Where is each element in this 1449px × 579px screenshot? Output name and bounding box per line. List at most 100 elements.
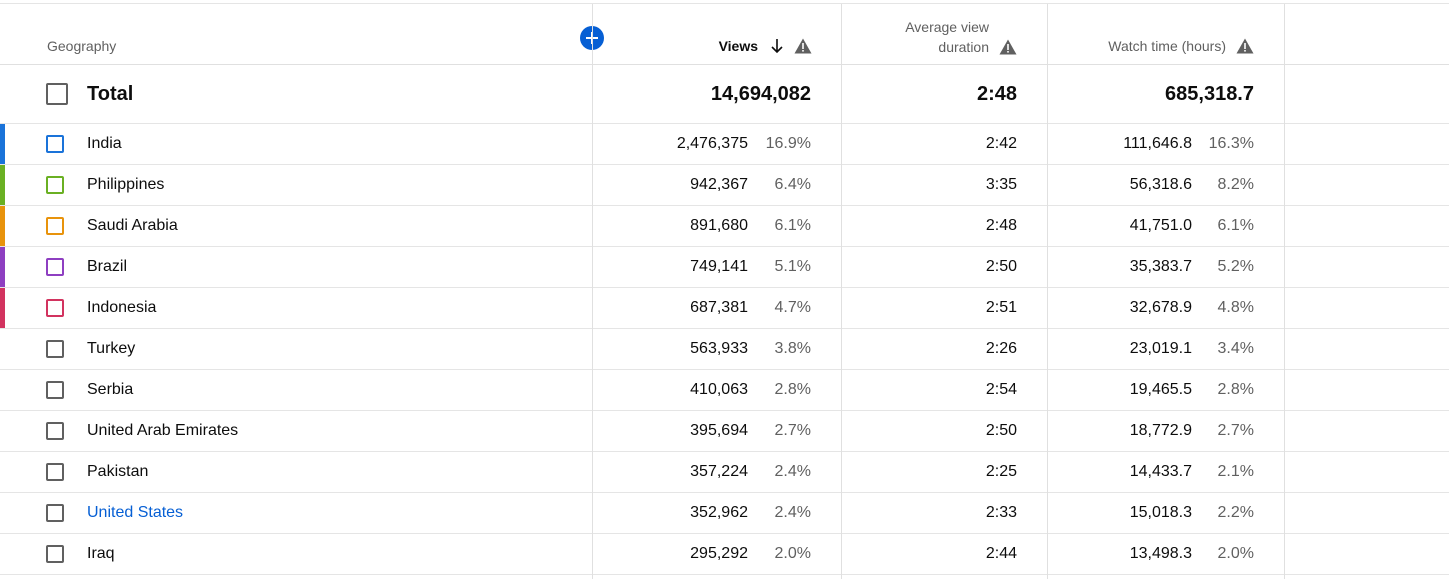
arrow-down-icon[interactable] <box>770 38 784 54</box>
series-color-bar <box>0 206 5 246</box>
avg-duration-value: 3:35 <box>985 176 1017 193</box>
watch-time-percent: 2.7% <box>1217 422 1254 439</box>
avg-duration-value: 2:50 <box>985 422 1017 439</box>
views-header-label: Views <box>718 38 758 54</box>
views-value: 749,141 <box>690 258 748 275</box>
row-checkbox[interactable] <box>46 463 64 481</box>
views-value: 410,063 <box>690 381 748 398</box>
avg-duration-value: 2:51 <box>985 299 1017 316</box>
series-color-bar <box>0 329 5 369</box>
row-checkbox[interactable] <box>46 340 64 358</box>
country-name[interactable]: Pakistan <box>87 463 148 481</box>
watch-time-value: 35,383.7 <box>1129 258 1192 275</box>
avg-duration-value: 2:25 <box>985 463 1017 480</box>
table-row[interactable]: Saudi Arabia 891,680 6.1% 2:48 41,751.0 6.1% <box>0 206 1449 247</box>
views-percent: 6.4% <box>774 176 811 193</box>
watch-time-percent: 5.2% <box>1217 258 1254 275</box>
series-color-bar <box>0 493 5 533</box>
row-checkbox[interactable] <box>46 258 64 276</box>
total-label: Total <box>87 83 134 105</box>
table-header: Geography Views Average view duration Wa… <box>0 4 1449 65</box>
series-color-bar <box>0 124 5 164</box>
views-value: 687,381 <box>690 299 748 316</box>
series-color-bar <box>0 247 5 287</box>
table-row[interactable]: Turkey 563,933 3.8% 2:26 23,019.1 3.4% <box>0 329 1449 370</box>
table-row[interactable]: Iraq 295,292 2.0% 2:44 13,498.3 2.0% <box>0 534 1449 575</box>
avg-duration-header[interactable]: Average view duration <box>905 17 1017 57</box>
watch-time-percent: 2.8% <box>1217 381 1254 398</box>
row-checkbox[interactable] <box>46 545 64 563</box>
country-name[interactable]: Iraq <box>87 545 115 563</box>
country-name[interactable]: United States <box>87 504 183 522</box>
row-checkbox[interactable] <box>46 135 64 153</box>
views-value: 942,367 <box>690 176 748 193</box>
warning-triangle-icon[interactable] <box>1236 38 1254 54</box>
watch-time-header-label: Watch time (hours) <box>1108 38 1226 54</box>
avg-duration-value: 2:42 <box>985 135 1017 152</box>
total-avg-duration: 2:48 <box>976 83 1017 105</box>
row-checkbox[interactable] <box>46 217 64 235</box>
country-name[interactable]: India <box>87 135 122 153</box>
total-row: Total 14,694,082 2:48 685,318.7 <box>0 65 1449 124</box>
table-row[interactable]: Indonesia 687,381 4.7% 2:51 32,678.9 4.8% <box>0 288 1449 329</box>
table-row[interactable]: Pakistan 357,224 2.4% 2:25 14,433.7 2.1% <box>0 452 1449 493</box>
views-percent: 3.8% <box>774 340 811 357</box>
watch-time-value: 56,318.6 <box>1129 176 1192 193</box>
watch-time-percent: 16.3% <box>1208 135 1254 152</box>
row-checkbox[interactable] <box>46 504 64 522</box>
watch-time-percent: 2.1% <box>1217 463 1254 480</box>
series-color-bar <box>0 165 5 205</box>
warning-triangle-icon[interactable] <box>794 38 812 54</box>
total-checkbox[interactable] <box>46 83 68 105</box>
series-color-bar <box>0 452 5 492</box>
watch-time-value: 23,019.1 <box>1129 340 1192 357</box>
views-percent: 6.1% <box>774 217 811 234</box>
row-checkbox[interactable] <box>46 176 64 194</box>
views-value: 2,476,375 <box>676 135 748 152</box>
views-percent: 5.1% <box>774 258 811 275</box>
series-color-bar <box>0 534 5 574</box>
country-name[interactable]: Philippines <box>87 176 164 194</box>
watch-time-percent: 2.0% <box>1217 545 1254 562</box>
country-name[interactable]: United Arab Emirates <box>87 422 238 440</box>
watch-time-percent: 3.4% <box>1217 340 1254 357</box>
country-name[interactable]: Indonesia <box>87 299 156 317</box>
table-row[interactable]: Serbia 410,063 2.8% 2:54 19,465.5 2.8% <box>0 370 1449 411</box>
country-name[interactable]: Serbia <box>87 381 133 399</box>
views-percent: 2.8% <box>774 381 811 398</box>
watch-time-value: 32,678.9 <box>1129 299 1192 316</box>
views-value: 352,962 <box>690 504 748 521</box>
views-value: 357,224 <box>690 463 748 480</box>
column-divider <box>841 4 842 579</box>
country-name[interactable]: Saudi Arabia <box>87 217 178 235</box>
views-value: 563,933 <box>690 340 748 357</box>
row-checkbox[interactable] <box>46 422 64 440</box>
warning-triangle-icon[interactable] <box>999 39 1017 55</box>
table-row[interactable]: Brazil 749,141 5.1% 2:50 35,383.7 5.2% <box>0 247 1449 288</box>
avg-duration-header-line2: duration <box>938 39 989 55</box>
total-watch-time: 685,318.7 <box>1165 83 1254 105</box>
table-row[interactable]: United States 352,962 2.4% 2:33 15,018.3 2.2% <box>0 493 1449 534</box>
column-divider <box>592 4 593 579</box>
table-row[interactable]: India 2,476,375 16.9% 2:42 111,646.8 16.3% <box>0 124 1449 165</box>
country-name[interactable]: Brazil <box>87 258 127 276</box>
avg-duration-value: 2:50 <box>985 258 1017 275</box>
table-row[interactable]: United Arab Emirates 395,694 2.7% 2:50 18,77… <box>0 411 1449 452</box>
watch-time-header[interactable]: Watch time (hours) <box>1108 38 1254 54</box>
geography-header[interactable]: Geography <box>47 38 116 54</box>
table-row[interactable]: Philippines 942,367 6.4% 3:35 56,318.6 8.2% <box>0 165 1449 206</box>
views-value: 891,680 <box>690 217 748 234</box>
avg-duration-header-line1: Average view <box>905 19 989 35</box>
views-percent: 4.7% <box>774 299 811 316</box>
total-views: 14,694,082 <box>710 83 811 105</box>
series-color-bar <box>0 411 5 451</box>
views-value: 395,694 <box>690 422 748 439</box>
row-checkbox[interactable] <box>46 299 64 317</box>
views-header[interactable]: Views <box>719 38 812 54</box>
row-checkbox[interactable] <box>46 381 64 399</box>
column-divider <box>1047 4 1048 579</box>
watch-time-value: 111,646.8 <box>1123 135 1192 152</box>
watch-time-percent: 2.2% <box>1217 504 1254 521</box>
watch-time-value: 19,465.5 <box>1129 381 1192 398</box>
country-name[interactable]: Turkey <box>87 340 135 358</box>
